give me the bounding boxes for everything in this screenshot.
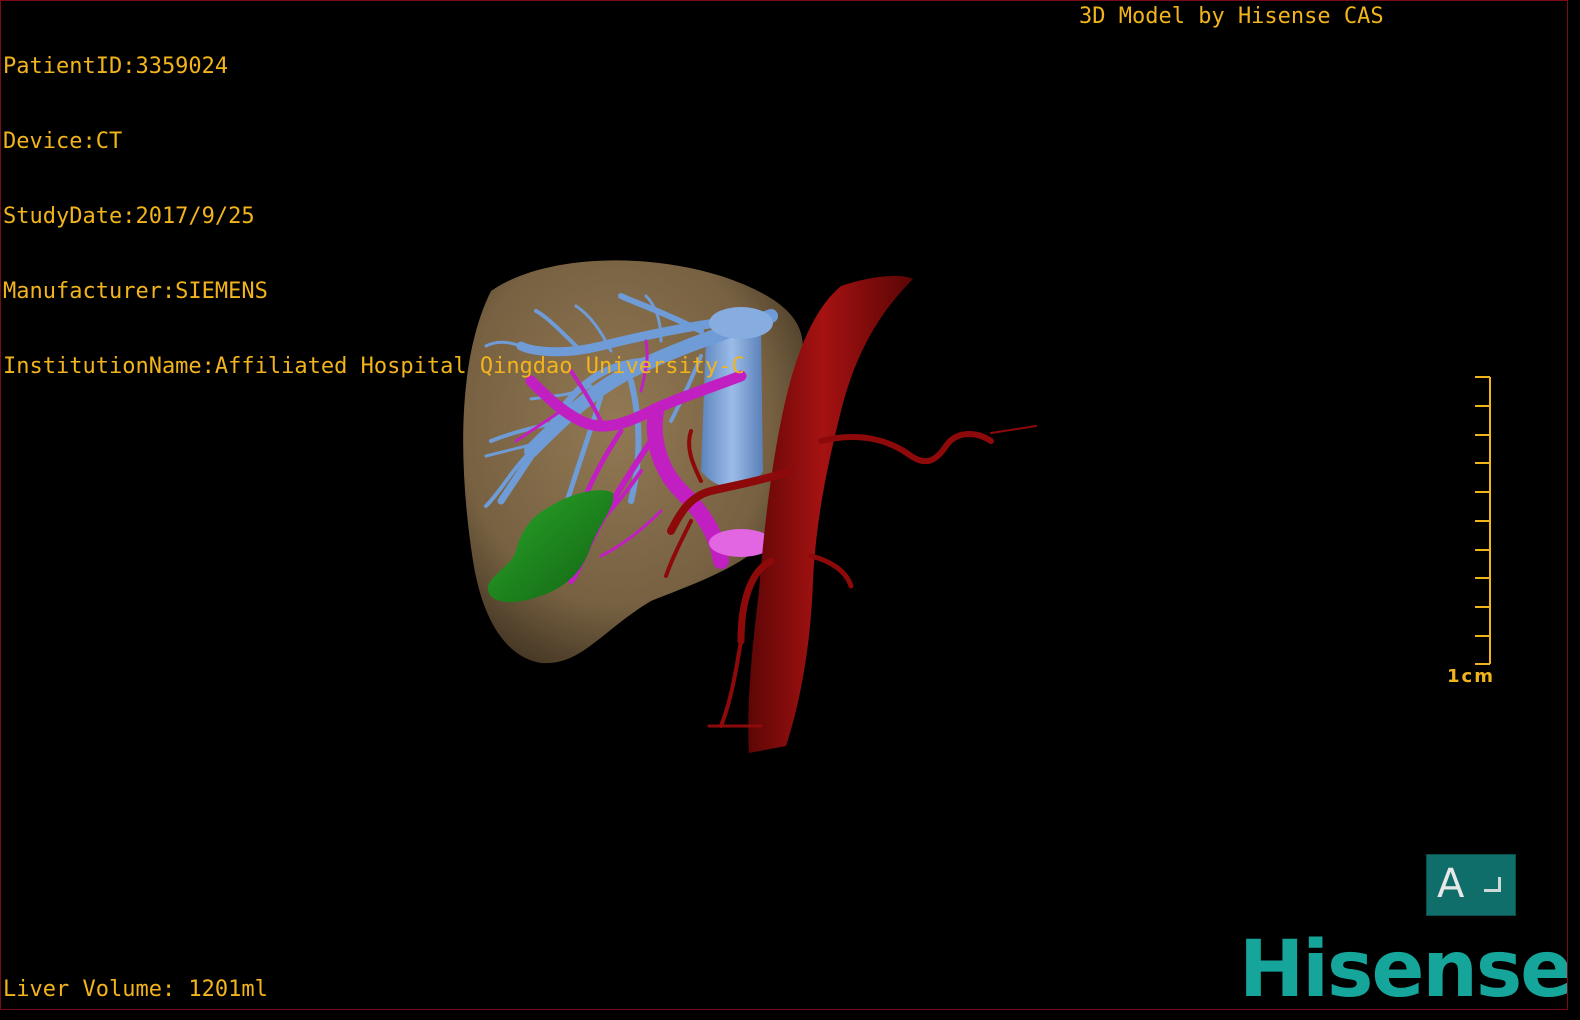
corner-marker-icon: [1484, 877, 1501, 892]
orientation-label: A: [1437, 861, 1465, 907]
device: Device:CT: [3, 129, 123, 154]
scale-bar: [1475, 376, 1491, 665]
brand-caption: 3D Model by Hisense CAS: [1079, 4, 1384, 29]
orientation-cube[interactable]: A: [1426, 854, 1516, 916]
patient-id: PatientID:3359024: [3, 54, 229, 79]
scale-bar-label: 1cm: [1447, 666, 1495, 687]
institution-name: InstitutionName:Affiliated Hospital Qing…: [3, 354, 745, 379]
study-date: StudyDate:2017/9/25: [3, 204, 255, 229]
liver-volume: Liver Volume: 1201ml: [3, 977, 268, 1002]
3d-viewport[interactable]: PatientID:3359024 Device:CT StudyDate:20…: [0, 0, 1568, 1010]
dicom-metadata: PatientID:3359024 Device:CT StudyDate:20…: [3, 4, 745, 429]
hisense-logo: Hisense: [1239, 925, 1568, 1010]
manufacturer: Manufacturer:SIEMENS: [3, 279, 268, 304]
